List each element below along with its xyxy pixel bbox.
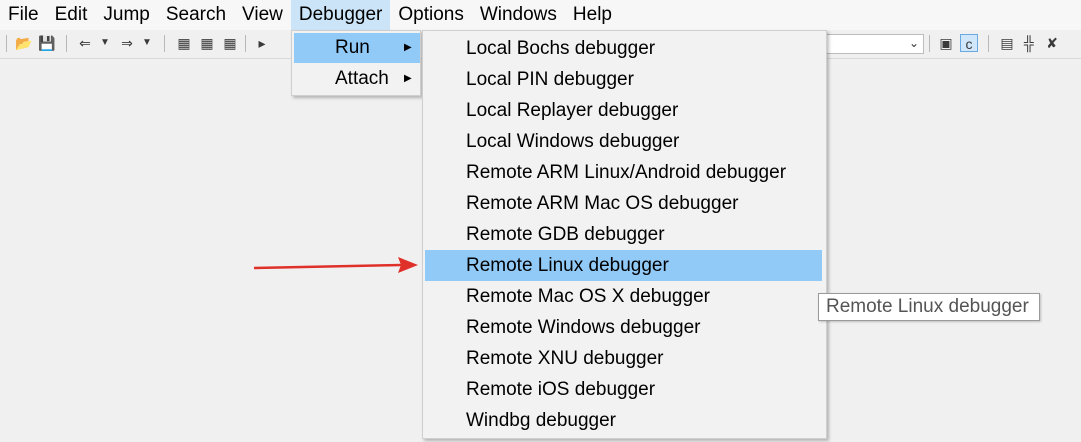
toolbar-separator <box>245 35 246 52</box>
reference-icon[interactable]: ▣ <box>937 34 955 52</box>
tooltip: Remote Linux debugger <box>818 293 1040 321</box>
menu-item-label: Local PIN debugger <box>466 69 634 90</box>
menu-edit[interactable]: Edit <box>47 0 96 30</box>
open-file-icon[interactable]: 📂 <box>15 34 33 52</box>
menu-item-label: Remote GDB debugger <box>466 224 665 245</box>
back-dropdown-icon[interactable]: ▼ <box>96 34 114 52</box>
breakpoint-icon[interactable]: ✘ <box>1043 34 1061 52</box>
menu-item-local-replayer[interactable]: Local Replayer debugger <box>425 95 822 126</box>
menu-item-label: Local Replayer debugger <box>466 100 679 121</box>
back-arrow-icon[interactable]: ⇐ <box>76 34 94 52</box>
menu-item-attach[interactable]: Attach ▶ <box>294 64 420 94</box>
menu-item-remote-xnu[interactable]: Remote XNU debugger <box>425 343 822 374</box>
code-icon[interactable]: c <box>960 34 978 52</box>
menu-item-label: Local Windows debugger <box>466 131 680 152</box>
menu-item-label: Remote Windows debugger <box>466 317 701 338</box>
run-submenu: Local Bochs debugger Local PIN debugger … <box>422 30 827 439</box>
menu-item-label: Attach <box>335 68 389 89</box>
annotation-arrow <box>253 257 418 273</box>
menu-item-remote-gdb[interactable]: Remote GDB debugger <box>425 219 822 250</box>
menu-item-remote-linux[interactable]: Remote Linux debugger <box>425 250 822 281</box>
menu-item-remote-mac-os-x[interactable]: Remote Mac OS X debugger <box>425 281 822 312</box>
menu-item-remote-arm-linux[interactable]: Remote ARM Linux/Android debugger <box>425 157 822 188</box>
menu-item-local-bochs[interactable]: Local Bochs debugger <box>425 33 822 64</box>
forward-dropdown-icon[interactable]: ▼ <box>138 34 156 52</box>
toolbar-separator <box>6 35 7 52</box>
menu-item-label: Remote iOS debugger <box>466 379 656 400</box>
submenu-arrow-icon: ▶ <box>404 73 412 84</box>
menu-file[interactable]: File <box>0 0 47 30</box>
menu-item-local-windows[interactable]: Local Windows debugger <box>425 126 822 157</box>
graph-icon[interactable]: ╬ <box>1020 34 1038 52</box>
forward-arrow-icon[interactable]: ⇒ <box>118 34 136 52</box>
toolbar-separator <box>988 35 989 52</box>
jump-icon[interactable]: ▸ <box>253 34 271 52</box>
menu-view[interactable]: View <box>234 0 291 30</box>
menu-debugger[interactable]: Debugger <box>290 0 391 30</box>
menu-item-label: Remote ARM Mac OS debugger <box>466 193 739 214</box>
menu-options[interactable]: Options <box>390 0 471 30</box>
menu-item-remote-ios[interactable]: Remote iOS debugger <box>425 374 822 405</box>
menu-item-label: Remote Linux debugger <box>466 255 669 276</box>
toolbar-separator <box>66 35 67 52</box>
menu-item-windbg[interactable]: Windbg debugger <box>425 405 822 436</box>
menu-bar: File Edit Jump Search View Debugger Opti… <box>0 0 1081 30</box>
menu-windows[interactable]: Windows <box>472 0 565 30</box>
submenu-arrow-icon: ▶ <box>404 42 412 53</box>
menu-item-label: Remote XNU debugger <box>466 348 664 369</box>
debugger-menu: Run ▶ Attach ▶ <box>291 30 421 96</box>
debugger-select[interactable]: ⌄ <box>826 34 924 54</box>
search-text-icon[interactable]: ▦ <box>198 34 216 52</box>
toolbar-separator <box>164 35 165 52</box>
menu-item-run[interactable]: Run ▶ <box>294 33 420 63</box>
menu-item-label: Windbg debugger <box>466 410 616 431</box>
menu-item-local-pin[interactable]: Local PIN debugger <box>425 64 822 95</box>
menu-help[interactable]: Help <box>565 0 620 30</box>
toolbar-separator <box>929 35 930 52</box>
chevron-down-icon: ⌄ <box>908 36 919 50</box>
menu-item-label: Remote Mac OS X debugger <box>466 286 710 307</box>
menu-item-label: Local Bochs debugger <box>466 38 656 59</box>
menu-search[interactable]: Search <box>158 0 234 30</box>
menu-item-label: Run <box>335 37 370 58</box>
menu-item-remote-arm-mac[interactable]: Remote ARM Mac OS debugger <box>425 188 822 219</box>
script-icon[interactable]: ▤ <box>998 34 1016 52</box>
search-binary-icon[interactable]: ▦ <box>175 34 193 52</box>
save-icon[interactable]: 💾 <box>38 34 56 52</box>
search-immediate-icon[interactable]: ▦ <box>221 34 239 52</box>
menu-item-remote-windows[interactable]: Remote Windows debugger <box>425 312 822 343</box>
menu-jump[interactable]: Jump <box>95 0 157 30</box>
menu-item-label: Remote ARM Linux/Android debugger <box>466 162 787 183</box>
